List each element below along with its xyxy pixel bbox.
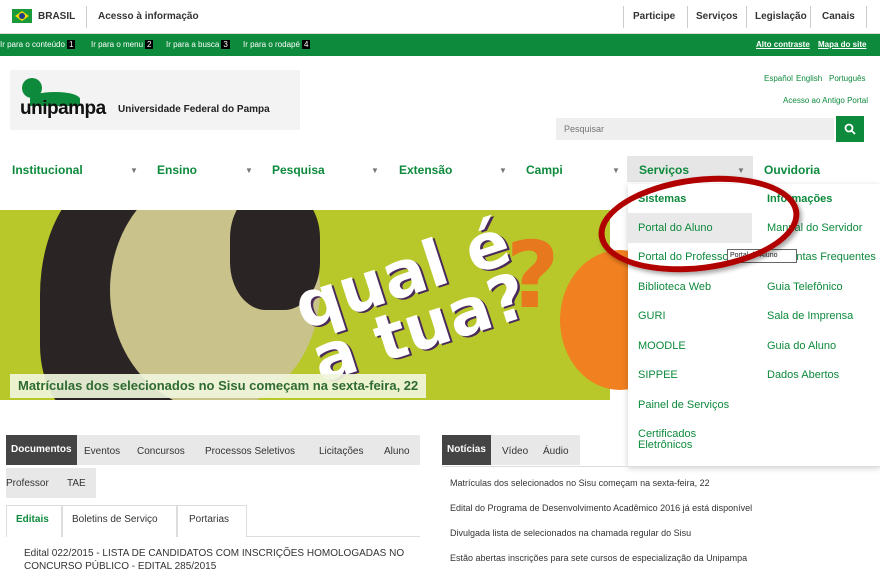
tab-tae[interactable]: TAE: [67, 478, 86, 489]
tab-licitacoes[interactable]: Licitações: [319, 446, 363, 457]
divider: [746, 6, 747, 28]
shortcut-key: 3: [221, 40, 230, 49]
tab-processos-seletivos[interactable]: Processos Seletivos: [205, 446, 295, 457]
divider: [687, 6, 688, 28]
divider: [86, 6, 87, 28]
tab-concursos[interactable]: Concursos: [137, 446, 185, 457]
news-item[interactable]: Divulgada lista de selecionados na chama…: [450, 528, 691, 538]
gov-bar: BRASIL Acesso à informação Participe Ser…: [0, 0, 880, 34]
nav-campi[interactable]: Campi: [526, 163, 563, 177]
chevron-down-icon: ▼: [245, 166, 253, 175]
divider: [810, 6, 811, 28]
menu-item-guri[interactable]: GURI: [638, 310, 666, 322]
menu-item-biblioteca-web[interactable]: Biblioteca Web: [638, 281, 711, 293]
search-input[interactable]: [556, 118, 834, 140]
lang-english[interactable]: English: [796, 74, 822, 83]
lang-espanol[interactable]: Español: [764, 74, 793, 83]
divider: [623, 6, 624, 28]
tab-documentos[interactable]: Documentos: [6, 435, 77, 465]
logo[interactable]: unipampa: [20, 98, 106, 120]
subtab-boletins[interactable]: Boletins de Serviço: [72, 514, 158, 525]
skip-to-content-link[interactable]: Ir para o conteúdo 1: [0, 40, 76, 49]
gov-link-participe[interactable]: Participe: [633, 11, 675, 22]
tab-audio[interactable]: Áudio: [543, 446, 569, 457]
old-portal-link[interactable]: Acesso ao Antigo Portal: [783, 96, 868, 105]
tab-video[interactable]: Vídeo: [502, 446, 528, 457]
sitemap-link[interactable]: Mapa do site: [818, 40, 866, 49]
chevron-down-icon: ▼: [130, 166, 138, 175]
hero-question-mark: ?: [506, 222, 560, 329]
shortcut-key: 4: [301, 40, 311, 49]
tab-aluno[interactable]: Aluno: [384, 446, 410, 457]
tab-eventos[interactable]: Eventos: [84, 446, 120, 457]
hero-caption[interactable]: Matrículas dos selecionados no Sisu come…: [10, 374, 427, 398]
search-icon: [844, 123, 856, 135]
edital-list-item[interactable]: Edital 022/2015 - LISTA DE CANDIDATOS CO…: [24, 547, 414, 573]
menu-item-moodle[interactable]: MOODLE: [638, 340, 686, 352]
university-name: Universidade Federal do Pampa: [118, 104, 270, 115]
chevron-down-icon: ▼: [371, 166, 379, 175]
menu-item-sippee[interactable]: SIPPEE: [638, 369, 678, 381]
skip-label: Ir para o menu: [91, 40, 144, 49]
chevron-down-icon: ▼: [612, 166, 620, 175]
skip-to-footer-link[interactable]: Ir para o rodapé 4: [243, 40, 311, 49]
search-button[interactable]: [836, 116, 864, 142]
menu-item-sala-imprensa[interactable]: Sala de Imprensa: [767, 310, 853, 322]
shortcut-key: 1: [66, 40, 76, 49]
tab-noticias[interactable]: Notícias: [442, 435, 491, 465]
subtab-editais[interactable]: Editais: [16, 514, 49, 525]
nav-institucional[interactable]: Institucional: [12, 163, 83, 177]
news-item[interactable]: Edital do Programa de Desenvolvimento Ac…: [450, 503, 752, 513]
access-info-link[interactable]: Acesso à informação: [98, 11, 199, 22]
skip-label: Ir para o conteúdo: [0, 40, 65, 49]
gov-link-legislacao[interactable]: Legislação: [755, 11, 807, 22]
subtab-portarias[interactable]: Portarias: [189, 514, 229, 525]
chevron-down-icon: ▼: [737, 166, 745, 175]
accessibility-bar: Ir para o conteúdo 1 Ir para o menu 2 Ir p…: [0, 34, 880, 56]
skip-label: Ir para a busca: [166, 40, 220, 49]
news-item[interactable]: Matrículas dos selecionados no Sisu come…: [450, 478, 710, 488]
skip-to-menu-link[interactable]: Ir para o menu 2: [91, 40, 154, 49]
menu-item-dados-abertos[interactable]: Dados Abertos: [767, 369, 839, 381]
menu-item-painel-servicos[interactable]: Painel de Serviços: [638, 399, 729, 411]
tab-professor[interactable]: Professor: [6, 478, 49, 489]
brazil-flag-icon: [12, 9, 32, 23]
skip-label: Ir para o rodapé: [243, 40, 300, 49]
shortcut-key: 2: [145, 40, 154, 49]
high-contrast-link[interactable]: Alto contraste: [756, 40, 810, 49]
gov-country-link[interactable]: BRASIL: [38, 11, 75, 22]
nav-ouvidoria[interactable]: Ouvidoria: [764, 163, 820, 177]
news-item[interactable]: Estão abertas inscrições para sete curso…: [450, 553, 747, 563]
lang-portugues[interactable]: Português: [829, 74, 865, 83]
nav-pesquisa[interactable]: Pesquisa: [272, 163, 325, 177]
skip-to-search-link[interactable]: Ir para a busca 3: [166, 40, 230, 49]
gov-link-canais[interactable]: Canais: [822, 11, 855, 22]
menu-item-guia-telefonico[interactable]: Guia Telefônico: [767, 281, 843, 293]
divider: [866, 6, 867, 28]
gov-link-servicos[interactable]: Serviços: [696, 11, 738, 22]
nav-extensao[interactable]: Extensão: [399, 163, 452, 177]
menu-item-certificados[interactable]: Certificados Eletrônicos: [638, 429, 718, 451]
chevron-down-icon: ▼: [499, 166, 507, 175]
nav-ensino[interactable]: Ensino: [157, 163, 197, 177]
menu-item-guia-aluno[interactable]: Guia do Aluno: [767, 340, 836, 352]
nav-servicos[interactable]: Serviços: [639, 163, 689, 177]
